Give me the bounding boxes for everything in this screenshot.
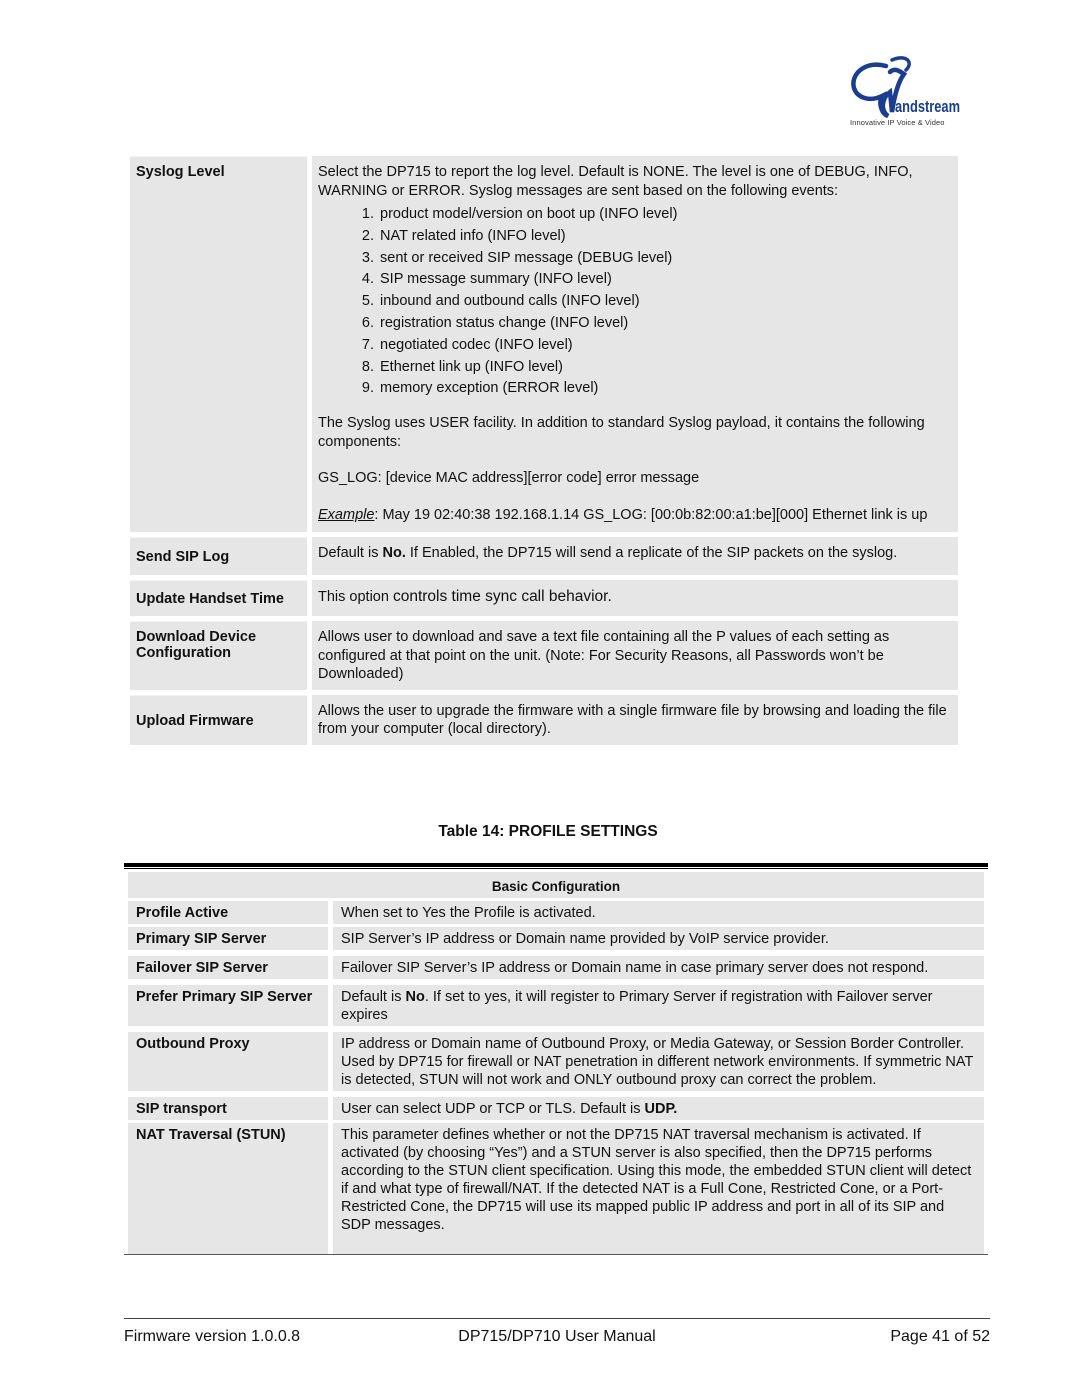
table-row-outbound-proxy: Outbound Proxy IP address or Domain name… <box>128 1032 984 1091</box>
example-text: : May 19 02:40:38 192.168.1.14 GS_LOG: [… <box>374 506 928 523</box>
table-row-prefer-primary-sip-server: Prefer Primary SIP Server Default is No.… <box>128 985 984 1026</box>
list-item: 7. negotiated codec (INFO level) <box>361 336 573 353</box>
profile-settings-table: Basic Configuration Profile Active When … <box>124 863 988 1255</box>
list-item: 2. NAT related info (INFO level) <box>361 227 566 244</box>
table-row-sip-transport: SIP transport User can select UDP or TCP… <box>128 1097 984 1120</box>
table-row-download-device-configuration: Download Device Configuration Allows use… <box>130 621 958 690</box>
row-description: This option controls time sync call beha… <box>312 579 958 617</box>
table-top-rule <box>124 863 988 867</box>
row-label: SIP transport <box>128 1097 328 1120</box>
list-item: 6. registration status change (INFO level… <box>361 314 629 331</box>
table-row-syslog-level: Syslog Level Select the DP715 to report … <box>130 156 958 533</box>
row-description: Default is No. If set to yes, it will re… <box>333 985 984 1026</box>
row-description: This parameter defines whether or not th… <box>333 1123 984 1254</box>
table-top-rule-thin <box>124 868 988 869</box>
row-label: Prefer Primary SIP Server <box>128 985 328 1026</box>
syslog-events-list: 1. product model/version on boot up (INFO… <box>318 204 952 400</box>
row-description: Allows user to download and save a text … <box>312 621 958 690</box>
list-item: 9. memory exception (ERROR level) <box>361 380 599 397</box>
list-item: 3. sent or received SIP message (DEBUG le… <box>361 249 673 266</box>
row-label: Download Device Configuration <box>130 621 307 690</box>
row-label: Send SIP Log <box>130 537 307 575</box>
svg-text:randstream: randstream <box>890 97 960 116</box>
row-description: SIP Server’s IP address or Domain name p… <box>333 927 984 950</box>
list-item: 1. product model/version on boot up (INFO… <box>361 206 678 222</box>
maintenance-settings-table: Syslog Level Select the DP715 to report … <box>130 156 958 750</box>
row-label: Syslog Level <box>130 156 307 533</box>
table-row-nat-traversal: NAT Traversal (STUN) This parameter defi… <box>128 1123 984 1254</box>
table-row-upload-firmware: Upload Firmware Allows the user to upgra… <box>130 694 958 745</box>
row-label: Failover SIP Server <box>128 956 328 979</box>
syslog-facility: The Syslog uses USER facility. In additi… <box>318 415 925 450</box>
manual-title: DP715/DP710 User Manual <box>458 1328 656 1345</box>
list-item: 5. inbound and outbound calls (INFO level… <box>361 293 640 310</box>
table-row-primary-sip-server: Primary SIP Server SIP Server’s IP addre… <box>128 927 984 950</box>
row-label: Primary SIP Server <box>128 927 328 950</box>
row-description: Failover SIP Server’s IP address or Doma… <box>333 956 984 979</box>
syslog-intro: Select the DP715 to report the log level… <box>318 164 913 199</box>
row-description: User can select UDP or TCP or TLS. Defau… <box>333 1097 984 1120</box>
table-caption: Table 14: PROFILE SETTINGS <box>438 823 658 840</box>
row-label: Update Handset Time <box>130 579 307 617</box>
section-header: Basic Configuration <box>128 872 984 898</box>
logo-tagline: Innovative IP Voice & Video <box>850 118 945 127</box>
row-label: Upload Firmware <box>130 694 307 745</box>
table-row-failover-sip-server: Failover SIP Server Failover SIP Server’… <box>128 956 984 979</box>
table-bottom-rule <box>124 1254 988 1255</box>
row-description: Allows the user to upgrade the firmware … <box>312 694 958 745</box>
row-label: Profile Active <box>128 901 328 924</box>
row-description: Default is No. If Enabled, the DP715 wil… <box>312 537 958 575</box>
grandstream-logo: randstream Innovative IP Voice & Video <box>848 52 964 132</box>
row-description: When set to Yes the Profile is activated… <box>333 901 984 924</box>
row-label: NAT Traversal (STUN) <box>128 1123 328 1254</box>
syslog-format: GS_LOG: [device MAC address][error code]… <box>318 470 700 487</box>
list-item: 8. Ethernet link up (INFO level) <box>361 358 563 375</box>
row-label: Outbound Proxy <box>128 1032 328 1091</box>
syslog-example: Example: May 19 02:40:38 192.168.1.14 GS… <box>318 506 952 525</box>
page-footer: Firmware version 1.0.0.8 DP715/DP710 Use… <box>124 1318 990 1346</box>
table-row-update-handset-time: Update Handset Time This option controls… <box>130 579 958 617</box>
row-description: Select the DP715 to report the log level… <box>312 156 958 533</box>
example-label: Example <box>318 506 375 523</box>
list-item: 4. SIP message summary (INFO level) <box>361 271 612 288</box>
table-row-profile-active: Profile Active When set to Yes the Profi… <box>128 901 984 924</box>
table-row-send-sip-log: Send SIP Log Default is No. If Enabled, … <box>130 537 958 575</box>
row-description: IP address or Domain name of Outbound Pr… <box>333 1032 984 1091</box>
